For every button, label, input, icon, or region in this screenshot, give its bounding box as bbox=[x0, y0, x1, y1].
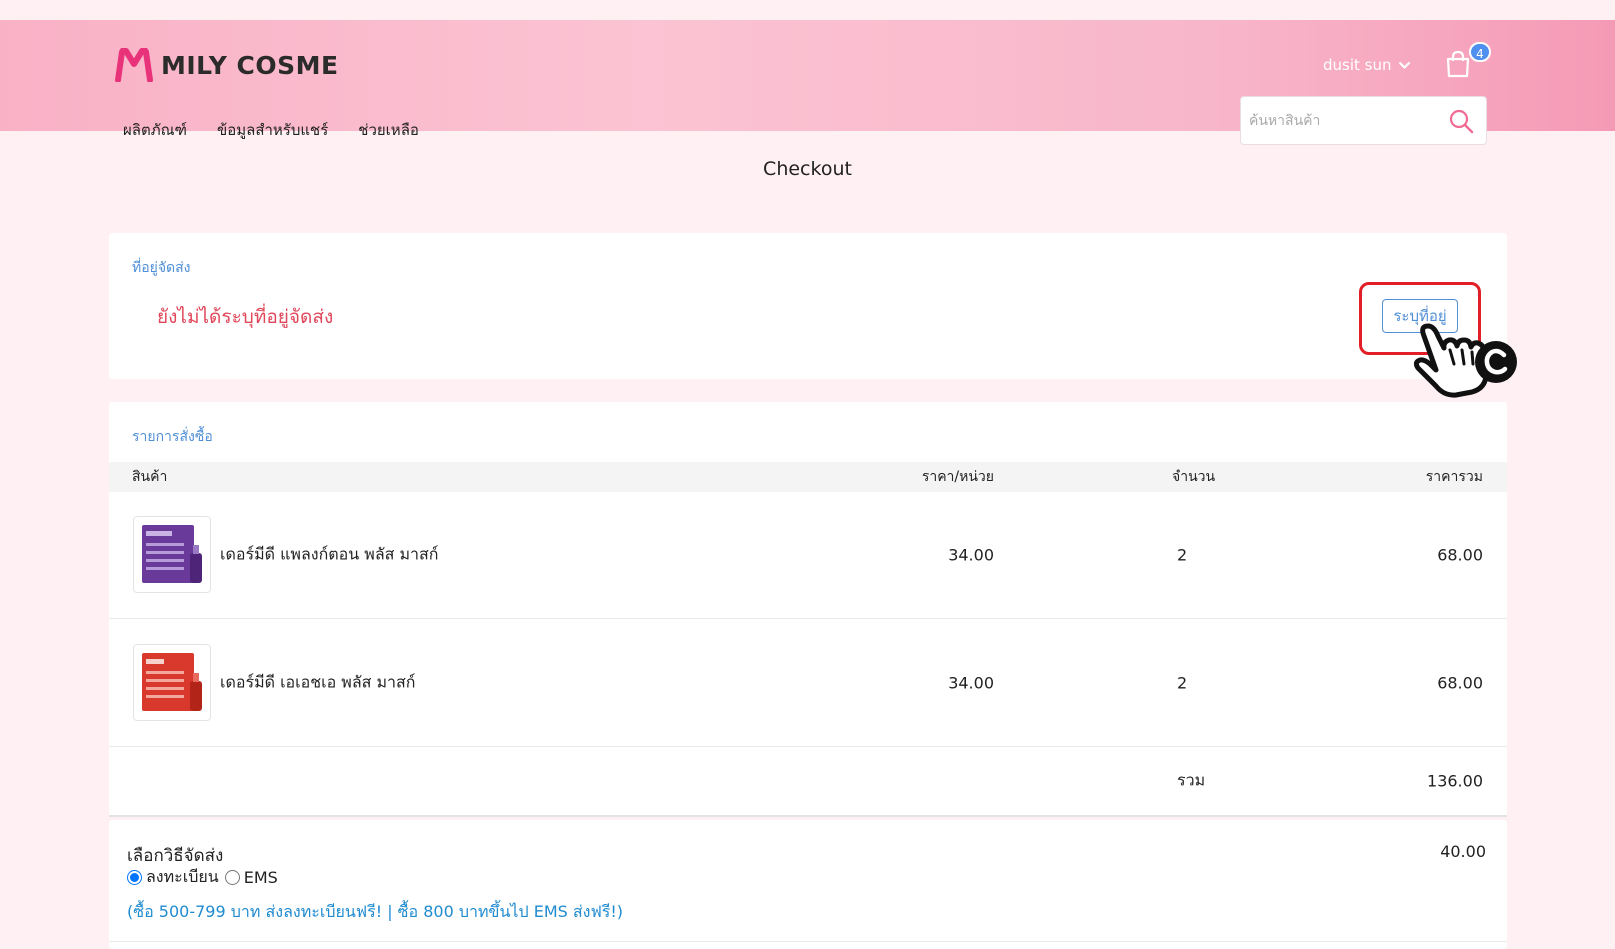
table-row: เดอร์มีดี เอเอชเอ พลัส มาสก์ 34.00 2 68.… bbox=[109, 620, 1507, 747]
shipping-promo-text: (ซื้อ 500-799 บาท ส่งลงทะเบียนฟรี! | ซื้… bbox=[127, 902, 624, 921]
nav-item-help[interactable]: ช่วยเหลือ bbox=[358, 118, 419, 142]
product-unit-price: 34.00 bbox=[948, 673, 994, 693]
page-title: Checkout bbox=[763, 158, 852, 180]
order-section-label: รายการสั่งซื้อ bbox=[132, 429, 213, 445]
main-nav: ผลิตภัณฑ์ ข้อมูลสำหรับแชร์ ช่วยเหลือ bbox=[123, 118, 419, 142]
logo-m-icon bbox=[115, 48, 153, 82]
sum-label: รวม bbox=[1177, 770, 1206, 790]
site-header: MILY COSME ผลิตภัณฑ์ ข้อมูลสำหรับแชร์ ช่… bbox=[0, 20, 1615, 145]
product-image-plankton bbox=[142, 525, 202, 583]
column-header-unit-price: ราคา/หน่วย bbox=[921, 469, 994, 485]
order-sum-row: รวม 136.00 bbox=[109, 747, 1507, 817]
shopping-bag-icon bbox=[1446, 50, 1470, 78]
registered-mail-radio[interactable] bbox=[127, 870, 142, 885]
product-quantity: 2 bbox=[1177, 673, 1188, 693]
product-thumbnail[interactable] bbox=[133, 516, 211, 593]
ems-radio[interactable] bbox=[224, 870, 240, 885]
column-header-total: ราคารวม bbox=[1425, 469, 1483, 485]
order-list-card: รายการสั่งซื้อ สินค้า ราคา/หน่วย จำนวน ร… bbox=[109, 402, 1507, 817]
nav-item-products[interactable]: ผลิตภัณฑ์ bbox=[123, 118, 187, 142]
shipping-method-card: เลือกวิธีจัดส่ง 40.00 ลงทะเบียน EMS (ซื้… bbox=[109, 820, 1507, 949]
search-input[interactable] bbox=[1249, 97, 1439, 144]
hand-pointer-icon bbox=[1413, 323, 1517, 398]
logo-text: MILY COSME bbox=[161, 50, 339, 80]
nav-item-share-info[interactable]: ข้อมูลสำหรับแชร์ bbox=[217, 118, 328, 142]
product-thumbnail[interactable] bbox=[133, 644, 211, 721]
column-header-quantity: จำนวน bbox=[1172, 469, 1216, 485]
product-quantity: 2 bbox=[1177, 545, 1188, 565]
cart-count-badge: 4 bbox=[1469, 42, 1491, 62]
address-section-label: ที่อยู่จัดส่ง bbox=[132, 260, 191, 276]
search-icon[interactable] bbox=[1448, 108, 1474, 134]
ems-label: EMS bbox=[243, 868, 278, 887]
user-name: dusit sun bbox=[1323, 56, 1392, 74]
chevron-down-icon bbox=[1398, 61, 1410, 69]
search-box bbox=[1240, 96, 1487, 145]
user-menu[interactable]: dusit sun bbox=[1323, 56, 1411, 74]
top-strip bbox=[0, 0, 1615, 20]
cart-button[interactable]: 4 bbox=[1445, 42, 1491, 82]
registered-mail-label: ลงทะเบียน bbox=[146, 867, 219, 886]
shipping-option-ems[interactable]: EMS bbox=[224, 868, 278, 887]
product-total: 68.00 bbox=[1437, 673, 1483, 693]
shipping-options: ลงทะเบียน EMS bbox=[127, 865, 284, 890]
product-name: เดอร์มีดี เอเอชเอ พลัส มาสก์ bbox=[220, 672, 416, 692]
shipping-option-registered[interactable]: ลงทะเบียน bbox=[127, 865, 219, 890]
divider bbox=[109, 941, 1507, 942]
table-row: เดอร์มีดี แพลงก์ตอน พลัส มาสก์ 34.00 2 6… bbox=[109, 492, 1507, 619]
product-unit-price: 34.00 bbox=[948, 545, 994, 565]
column-header-product: สินค้า bbox=[132, 469, 168, 485]
shipping-price: 40.00 bbox=[1440, 842, 1486, 861]
address-missing-warning: ยังไม่ได้ระบุที่อยู่จัดส่ง bbox=[157, 306, 334, 328]
sum-value: 136.00 bbox=[1427, 771, 1483, 791]
product-total: 68.00 bbox=[1437, 545, 1483, 565]
order-table-header: สินค้า ราคา/หน่วย จำนวน ราคารวม bbox=[109, 462, 1507, 492]
logo[interactable]: MILY COSME bbox=[115, 48, 339, 82]
product-name: เดอร์มีดี แพลงก์ตอน พลัส มาสก์ bbox=[220, 544, 439, 564]
product-image-aha bbox=[142, 653, 202, 711]
shipping-address-card: ที่อยู่จัดส่ง ยังไม่ได้ระบุที่อยู่จัดส่ง… bbox=[109, 233, 1507, 379]
